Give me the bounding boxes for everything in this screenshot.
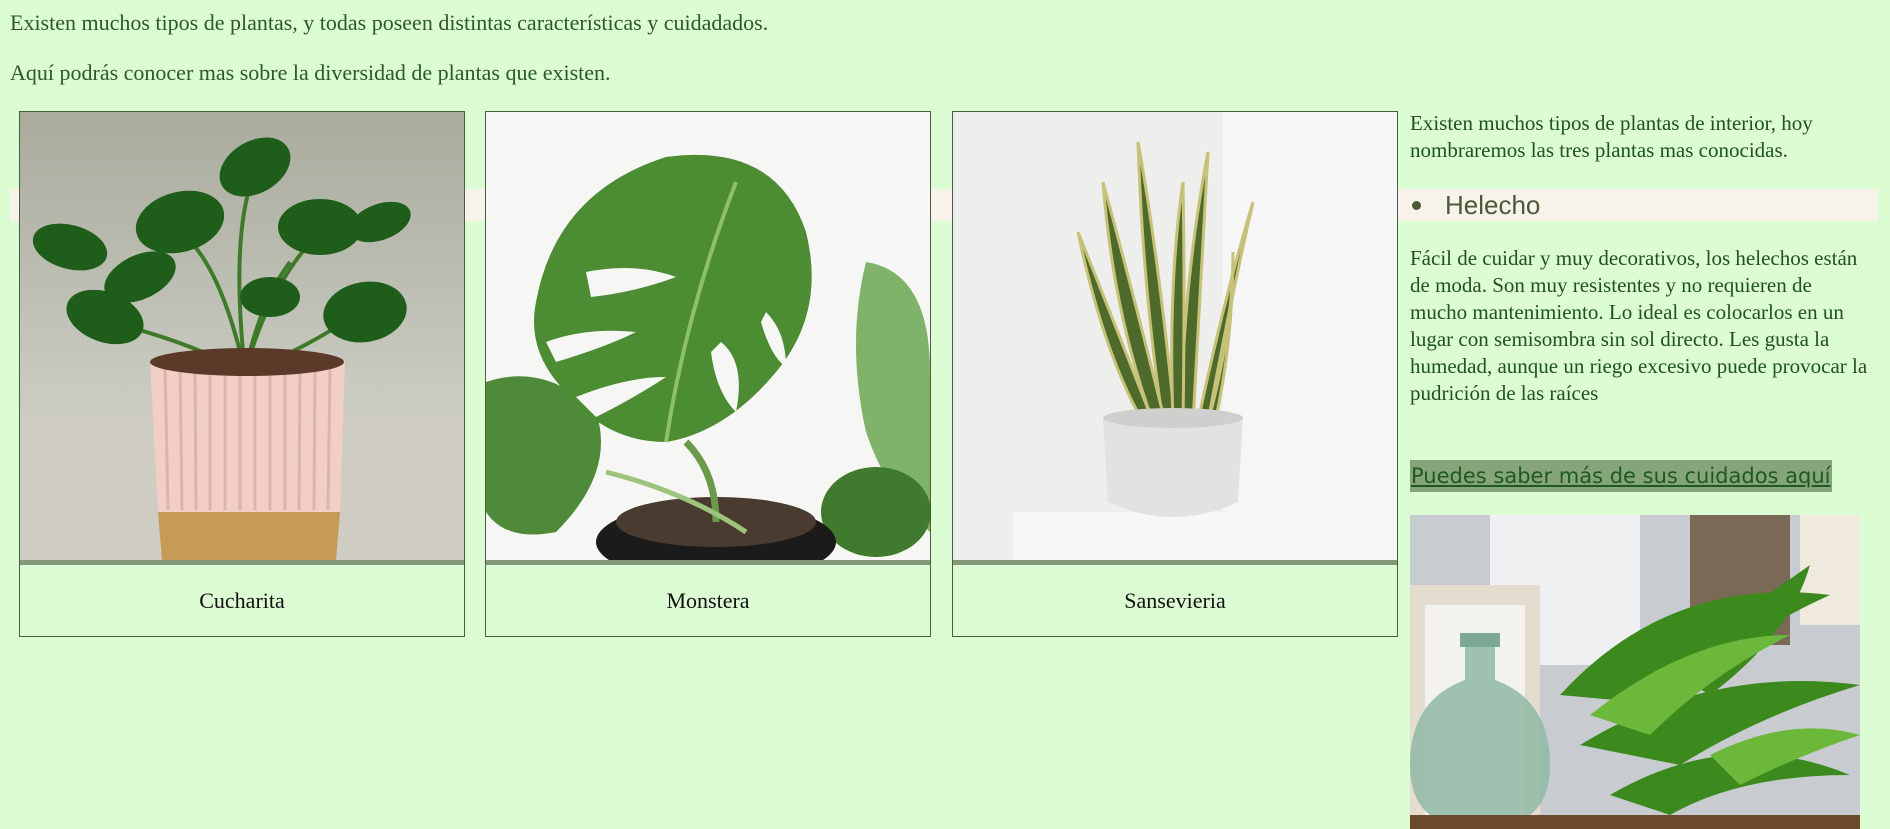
fern-image — [1410, 515, 1860, 829]
card-caption: Sansevieria — [1124, 587, 1226, 613]
plant-card-cucharita: Cucharita — [19, 111, 465, 637]
aside-intro-text: Existen muchos tipos de plantas de inter… — [1410, 111, 1813, 162]
fern-description: Fácil de cuidar y muy decorativos, los h… — [1410, 246, 1868, 405]
cucharita-image — [20, 112, 464, 560]
plant-card-monstera: Monstera — [485, 111, 931, 637]
fern-care-link[interactable]: Puedes saber más de sus cuidados aquí — [1410, 460, 1832, 492]
bullet-icon — [1412, 200, 1421, 210]
intro-line-2: Aquí podrás conocer mas sobre la diversi… — [10, 60, 611, 85]
sansevieria-image — [953, 112, 1397, 560]
intro-line-1: Existen muchos tipos de plantas, y todas… — [10, 10, 769, 35]
card-caption: Monstera — [666, 587, 750, 613]
fern-title: Helecho — [1445, 189, 1541, 220]
card-caption: Cucharita — [199, 587, 285, 613]
monstera-image — [486, 112, 930, 560]
plant-card-sansevieria: Sansevieria — [952, 111, 1398, 637]
fern-list-item: Helecho — [1402, 189, 1878, 221]
